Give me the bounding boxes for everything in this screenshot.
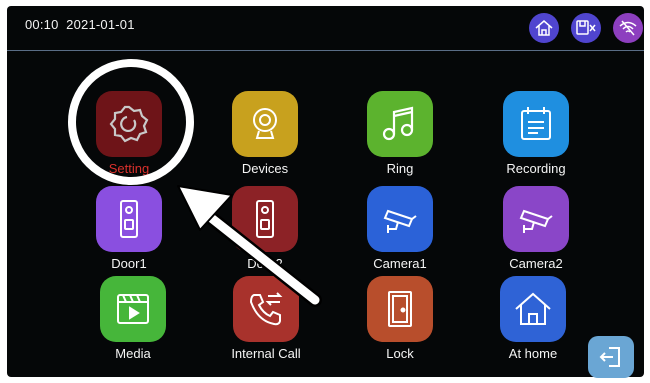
date-text: 2021-01-01 [66, 17, 135, 32]
gear-icon [109, 105, 149, 143]
film-play-icon [117, 294, 149, 324]
at-home-tile[interactable] [500, 276, 566, 342]
calendar-list-icon [521, 107, 551, 140]
app-lock[interactable]: Lock [350, 276, 450, 361]
internal-call-label: Internal Call [231, 346, 301, 361]
app-door2[interactable]: Door2 [215, 186, 315, 271]
door2-label: Door2 [247, 256, 283, 271]
app-camera2[interactable]: Camera2 [486, 186, 586, 271]
time-text: 00:10 [25, 17, 59, 32]
header-divider [7, 50, 644, 51]
camera2-tile[interactable] [503, 186, 569, 252]
internal-call-tile[interactable] [233, 276, 299, 342]
phone-transfer-icon [249, 292, 283, 326]
webcam-icon [253, 108, 277, 139]
app-recording[interactable]: Recording [486, 91, 586, 176]
app-camera1[interactable]: Camera1 [350, 186, 450, 271]
home-icon[interactable] [529, 13, 559, 43]
camera1-tile[interactable] [367, 186, 433, 252]
app-at-home[interactable]: At home [483, 276, 583, 361]
camera2-label: Camera2 [509, 256, 563, 271]
app-internal-call[interactable]: Internal Call [216, 276, 316, 361]
setting-label: Setting [108, 161, 150, 176]
app-media[interactable]: Media [83, 276, 183, 361]
media-tile[interactable] [100, 276, 166, 342]
app-devices[interactable]: Devices [215, 91, 315, 176]
door1-label: Door1 [111, 256, 147, 271]
setting-tile[interactable] [96, 91, 162, 157]
door-icon [388, 291, 412, 327]
recording-label: Recording [506, 161, 566, 176]
cctv-camera-icon [519, 209, 553, 233]
ring-label: Ring [386, 161, 414, 176]
ring-tile[interactable] [367, 91, 433, 157]
mute-icon[interactable] [571, 13, 601, 43]
back-button[interactable] [588, 336, 634, 378]
intercom-screen: 00:10 2021-01-01 Setting Devices Ring Re… [7, 6, 644, 377]
media-label: Media [115, 346, 151, 361]
devices-label: Devices [241, 161, 289, 176]
clock: 00:10 2021-01-01 [25, 17, 135, 32]
house-icon [515, 292, 551, 325]
app-ring[interactable]: Ring [350, 91, 450, 176]
status-bar: 00:10 2021-01-01 [7, 6, 644, 50]
doorbell-icon [256, 200, 274, 238]
logout-icon [599, 347, 620, 367]
door2-tile[interactable] [232, 186, 298, 252]
lock-tile[interactable] [367, 276, 433, 342]
camera1-label: Camera1 [373, 256, 427, 271]
app-door1[interactable]: Door1 [79, 186, 179, 271]
recording-tile[interactable] [503, 91, 569, 157]
lock-label: Lock [386, 346, 414, 361]
wifi-off-icon[interactable] [613, 13, 643, 43]
door1-tile[interactable] [96, 186, 162, 252]
devices-tile[interactable] [232, 91, 298, 157]
cctv-camera-icon [383, 209, 417, 233]
music-note-icon [382, 106, 414, 141]
doorbell-icon [120, 200, 138, 238]
at-home-label: At home [508, 346, 558, 361]
app-setting[interactable]: Setting [79, 91, 179, 176]
